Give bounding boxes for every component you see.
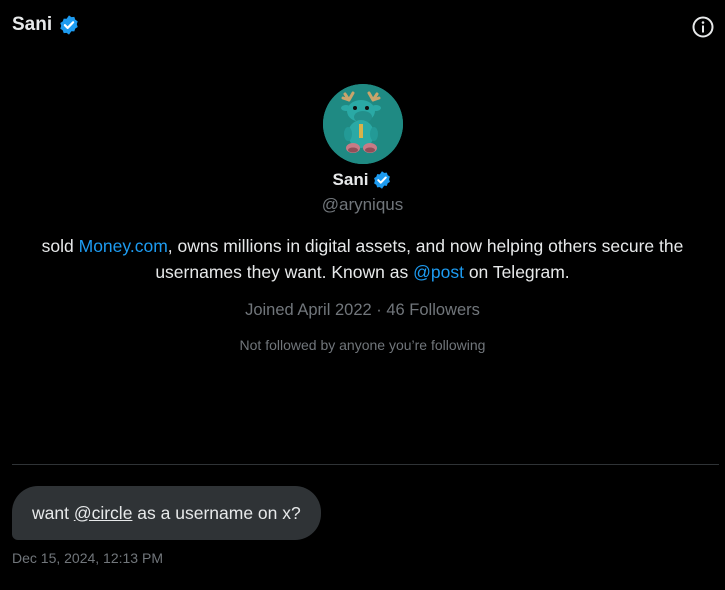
verified-badge-icon [60, 15, 78, 35]
bio-link-money[interactable]: Money.com [79, 236, 168, 256]
header-name[interactable]: Sani [12, 14, 52, 36]
verified-badge-icon [374, 171, 391, 189]
not-followed-note: Not followed by anyone you’re following [239, 337, 486, 353]
info-icon[interactable] [691, 15, 715, 39]
joined-date: Joined April 2022 [245, 301, 372, 319]
divider [12, 464, 719, 465]
profile-handle[interactable]: @aryniqus [322, 195, 404, 215]
profile-name-row: Sani [333, 170, 393, 190]
bio-text: sold [41, 236, 79, 256]
bio-mention-post[interactable]: @post [413, 262, 464, 282]
avatar[interactable] [322, 84, 403, 164]
conversation-header: Sani [12, 14, 80, 36]
message-bubble[interactable]: want @circle as a username on x? [12, 486, 321, 540]
message-timestamp: Dec 15, 2024, 12:13 PM [12, 550, 163, 566]
profile-meta: Joined April 2022 · 46 Followers [245, 301, 480, 320]
profile-name[interactable]: Sani [333, 170, 369, 190]
meta-separator: · [371, 301, 387, 319]
message-text: want [32, 502, 74, 523]
profile-summary: Sani @aryniqus sold Money.com, owns mill… [0, 84, 725, 353]
followers-count[interactable]: 46 Followers [386, 301, 480, 319]
message-text: as a username on x? [132, 502, 301, 523]
bio-text: on Telegram. [463, 262, 570, 282]
message-mention-circle[interactable]: @circle [74, 503, 133, 524]
moose-avatar [322, 84, 403, 164]
dm-conversation-page: Sani Sani @aryniqus sold Money.com, owns… [0, 0, 725, 590]
profile-bio: sold Money.com, owns millions in digital… [13, 233, 713, 285]
